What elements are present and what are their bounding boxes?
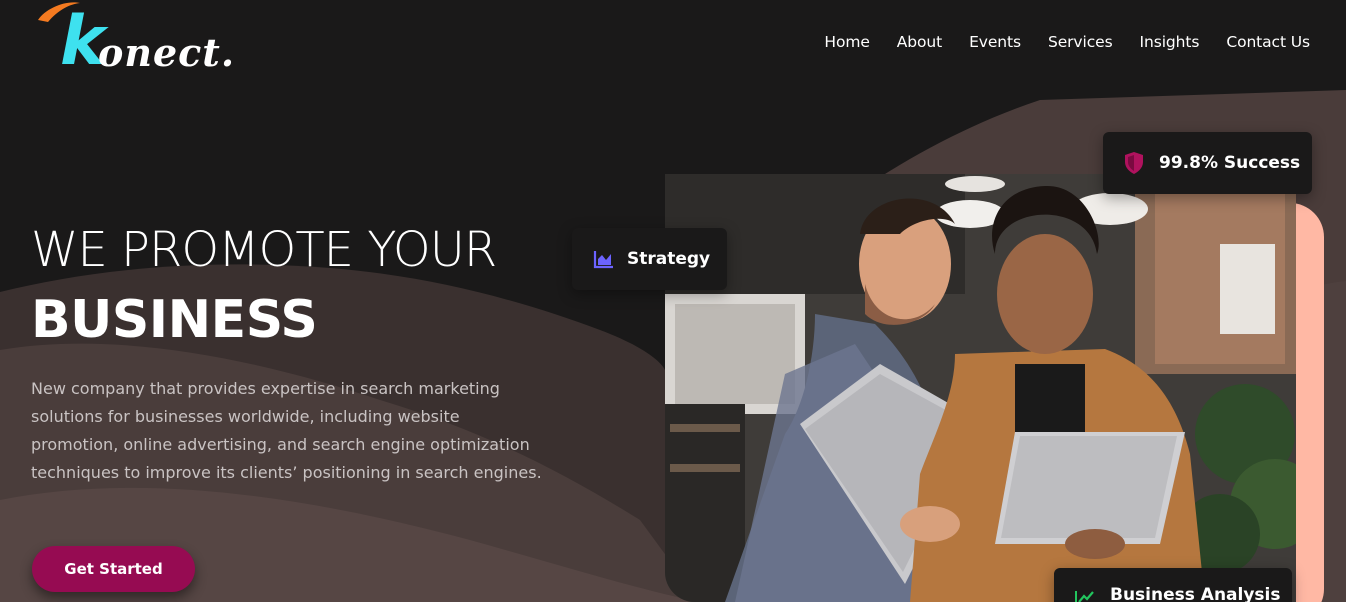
nav-events[interactable]: Events <box>969 31 1021 53</box>
nav-contact-us[interactable]: Contact Us <box>1226 31 1310 53</box>
shield-icon <box>1123 151 1145 175</box>
hero-description: New company that provides expertise in s… <box>31 379 542 482</box>
hero-page: k onect. Home About Events Services Insi… <box>0 0 1346 602</box>
business-analysis-badge: Business Analysis <box>1054 568 1292 602</box>
business-analysis-label: Business Analysis <box>1110 585 1281 602</box>
hero-title-line1: WE PROMOTE YOUR <box>31 222 497 278</box>
trend-line-icon <box>1074 589 1096 602</box>
main-nav: Home About Events Services Insights Cont… <box>824 31 1310 53</box>
nav-home[interactable]: Home <box>824 31 869 53</box>
success-label: 99.8% Success <box>1159 153 1301 173</box>
nav-services[interactable]: Services <box>1048 31 1113 53</box>
brand-logo[interactable]: k onect. <box>36 0 246 90</box>
success-badge: 99.8% Success <box>1103 132 1312 194</box>
get-started-button[interactable]: Get Started <box>32 546 195 592</box>
strategy-label: Strategy <box>627 249 711 269</box>
logo-wordmark: onect. <box>98 30 236 75</box>
nav-about[interactable]: About <box>897 31 942 53</box>
two-people-with-laptops-illustration <box>665 174 1296 602</box>
hero-photo <box>665 174 1296 602</box>
nav-insights[interactable]: Insights <box>1140 31 1200 53</box>
strategy-badge: Strategy <box>572 228 727 290</box>
hero-title-line2: BUSINESS <box>31 290 318 350</box>
area-chart-icon <box>593 249 615 269</box>
